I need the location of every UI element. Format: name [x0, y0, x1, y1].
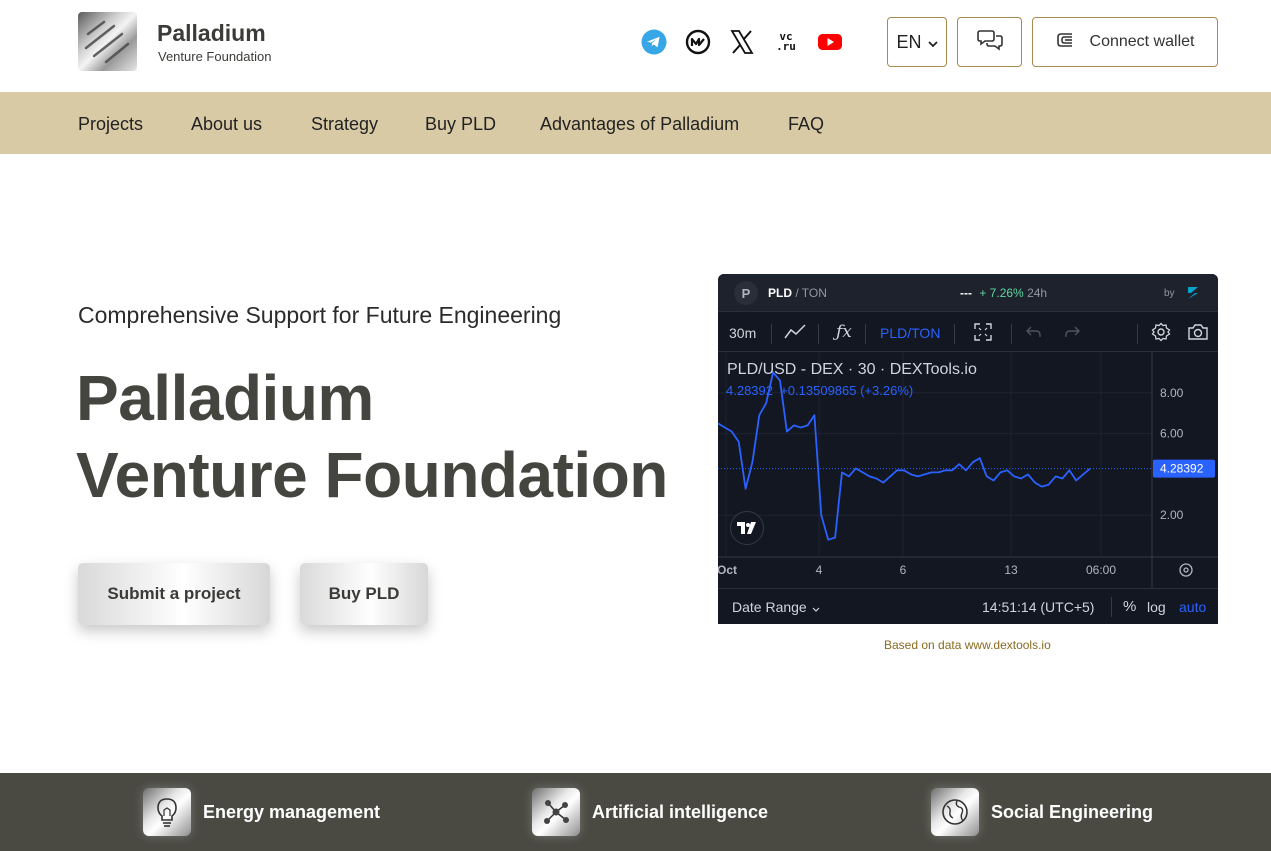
y-tick-label: 2.00: [1160, 508, 1184, 522]
lightbulb-icon: [143, 788, 191, 836]
category-social-engineering[interactable]: Social Engineering: [931, 788, 1153, 836]
chevron-down-icon: [812, 599, 820, 615]
language-label: EN: [896, 31, 922, 52]
connect-wallet-button[interactable]: Connect wallet: [1032, 17, 1218, 67]
y-tick-label: 6.00: [1160, 427, 1184, 441]
chart-clock: 14:51:14 (UTC+5): [982, 599, 1095, 615]
network-nodes-icon: [532, 788, 580, 836]
pair-label[interactable]: PLD / TON: [768, 286, 827, 300]
fullscreen-icon[interactable]: [974, 323, 992, 346]
category-artificial-intelligence[interactable]: Artificial intelligence: [532, 788, 768, 836]
x-twitter-icon[interactable]: [729, 29, 755, 55]
buy-pld-button[interactable]: Buy PLD: [300, 563, 428, 625]
category-label: Social Engineering: [991, 801, 1154, 822]
settings-gear-icon[interactable]: [1151, 322, 1171, 347]
token-avatar: P: [734, 281, 758, 305]
x-tick-label: Oct: [718, 563, 737, 577]
price-readout: --- + 7.26% 24h: [960, 286, 1048, 300]
x-tick-label: 4: [816, 563, 823, 577]
globe-icon: [931, 788, 979, 836]
tradingview-logo-icon[interactable]: [730, 511, 764, 545]
brand-subtitle: Venture Foundation: [158, 49, 272, 64]
hero-title-line1: Palladium: [76, 362, 374, 434]
chart-footer: Date Range 14:51:14 (UTC+5) % log auto: [718, 588, 1218, 624]
site-header: Palladium Venture Foundation vc .ru EN C…: [0, 0, 1271, 92]
interval-select[interactable]: 30m: [729, 325, 756, 341]
chart-type-icon[interactable]: [784, 323, 806, 346]
main-nav: Projects About us Strategy Buy PLD Advan…: [0, 92, 1271, 154]
nav-item-faq[interactable]: FAQ: [788, 114, 824, 135]
category-label: Artificial intelligence: [592, 801, 769, 822]
hero-tagline: Comprehensive Support for Future Enginee…: [78, 302, 562, 328]
axis-settings-dot: [1183, 567, 1189, 573]
chart-ohlc-readout: 4.28392 +0.13509865 (+3.26%): [726, 383, 914, 398]
category-label: Energy management: [203, 801, 381, 822]
brand-title[interactable]: Palladium: [157, 20, 266, 47]
nav-item-strategy[interactable]: Strategy: [311, 114, 378, 135]
undo-icon[interactable]: [1026, 325, 1042, 344]
nav-item-advantages[interactable]: Advantages of Palladium: [540, 114, 739, 135]
x-tick-label: 13: [1004, 563, 1018, 577]
percent-scale-toggle[interactable]: %: [1123, 598, 1136, 615]
indicators-button[interactable]: ƒx: [836, 322, 852, 342]
nav-item-projects[interactable]: Projects: [78, 114, 143, 135]
language-select[interactable]: EN: [887, 17, 947, 67]
telegram-icon[interactable]: [641, 29, 667, 55]
axis-settings-ring: [1179, 563, 1193, 577]
nav-item-buy-pld[interactable]: Buy PLD: [425, 114, 496, 135]
data-source-note[interactable]: Based on data www.dextools.io: [884, 638, 1051, 652]
x-tick-label: 6: [900, 563, 907, 577]
last-price-label: 4.28392: [1160, 462, 1204, 476]
redo-icon[interactable]: [1064, 325, 1080, 344]
coinmarketcap-icon[interactable]: [685, 29, 711, 55]
category-energy-management[interactable]: Energy management: [143, 788, 380, 836]
chevron-down-icon: [927, 32, 938, 53]
chat-icon: [976, 28, 1003, 57]
logo-icon[interactable]: [78, 12, 137, 71]
chart-toolbar: 30m ƒx PLD/TON: [718, 312, 1218, 352]
hero-title: Palladium Venture Foundation: [76, 360, 668, 514]
nav-item-about-us[interactable]: About us: [191, 114, 262, 135]
axis-settings-icon: [1179, 563, 1193, 577]
submit-project-button[interactable]: Submit a project: [78, 563, 270, 625]
date-range-select[interactable]: Date Range: [732, 599, 820, 615]
price-chart-widget: P PLD / TON --- + 7.26% 24h by 30m ƒx PL…: [718, 274, 1218, 624]
chat-button[interactable]: [957, 17, 1022, 67]
youtube-icon[interactable]: [817, 29, 843, 55]
auto-scale-toggle[interactable]: auto: [1179, 599, 1206, 615]
categories-band: Energy management Artificial intelligenc…: [0, 773, 1271, 851]
x-tick-label: 06:00: [1086, 563, 1116, 577]
camera-icon[interactable]: [1187, 323, 1209, 346]
compare-pair-button[interactable]: PLD/TON: [880, 325, 940, 341]
wallet-icon: [1056, 32, 1076, 53]
vc-ru-icon[interactable]: vc .ru: [773, 29, 799, 55]
hero-title-line2: Venture Foundation: [76, 439, 668, 511]
chart-legend-title: PLD/USD - DEX · 30 · DEXTools.io: [727, 361, 977, 378]
log-scale-toggle[interactable]: log: [1147, 599, 1166, 615]
dextools-logo-icon[interactable]: [1185, 285, 1201, 306]
by-label: by: [1164, 288, 1175, 299]
widget-header: P PLD / TON --- + 7.26% 24h by: [718, 274, 1218, 312]
connect-wallet-label: Connect wallet: [1089, 33, 1195, 50]
y-tick-label: 8.00: [1160, 386, 1184, 400]
